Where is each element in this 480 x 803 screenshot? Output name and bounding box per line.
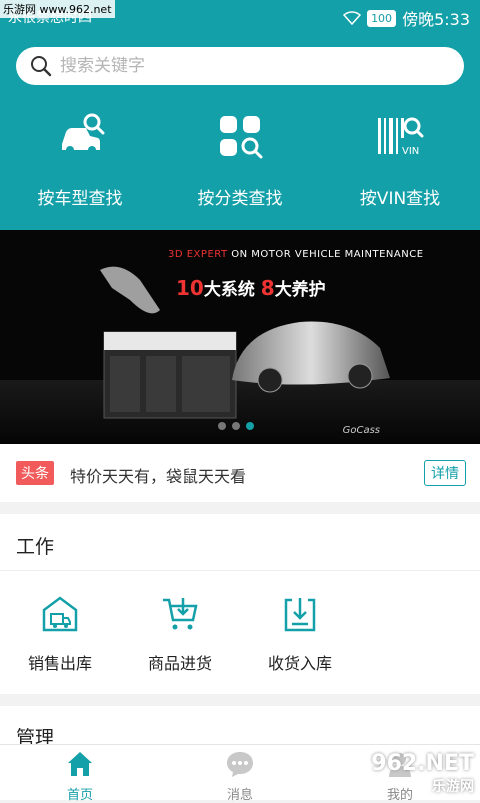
- find-by-car-button[interactable]: 按车型查找: [0, 110, 160, 210]
- status-right: 100 傍晚5:33: [343, 6, 470, 30]
- sales-outbound-label: 销售出库: [27, 654, 92, 673]
- find-by-category-button[interactable]: 按分类查找: [160, 110, 320, 210]
- headline-news-bar[interactable]: 头条 特价天天有，袋鼠天天看 详情: [0, 444, 480, 502]
- search-icon: [31, 56, 52, 77]
- home-icon: [68, 752, 92, 776]
- header-area: 永很禁想时四 100 傍晚5:33 按车型查找 按分类查找: [0, 0, 480, 230]
- wifi-icon: [343, 11, 362, 25]
- search-input[interactable]: [60, 56, 440, 76]
- chat-icon: [227, 752, 253, 777]
- banner-headline: 3D EXPERT ON MOTOR VEHICLE MAINTENANCE: [168, 249, 424, 260]
- news-text[interactable]: 特价天天有，袋鼠天天看: [70, 463, 246, 487]
- tab-home-label: 首页: [66, 788, 93, 803]
- banner-dot[interactable]: [218, 422, 226, 430]
- warehouse-truck-icon: [42, 596, 78, 632]
- banner-pagination: [218, 422, 254, 430]
- receive-inbound-label: 收货入库: [267, 654, 332, 673]
- find-by-category-label: 按分类查找: [197, 189, 283, 209]
- tab-home[interactable]: 首页: [30, 749, 130, 803]
- battery-indicator: 100: [367, 9, 397, 27]
- work-section: 工作 销售出库 商品进货 收货入库: [0, 514, 480, 694]
- news-detail-button[interactable]: 详情: [424, 460, 466, 486]
- find-by-vin-label: 按VIN查找: [359, 189, 441, 209]
- banner-artwork: [0, 266, 480, 444]
- cart-download-icon: [163, 598, 198, 630]
- find-by-car-label: 按车型查找: [37, 189, 123, 209]
- promo-banner[interactable]: 3D EXPERT ON MOTOR VEHICLE MAINTENANCE 1…: [0, 230, 480, 444]
- goods-purchase-label: 商品进货: [147, 654, 212, 673]
- vin-barcode-icon: VIN: [378, 117, 424, 157]
- watermark-right-top: 962.NET: [371, 751, 474, 776]
- inbox-download-icon: [284, 598, 316, 632]
- sales-outbound-button[interactable]: 销售出库: [10, 594, 110, 674]
- banner-dot-active[interactable]: [246, 422, 254, 430]
- work-title: 工作: [16, 536, 55, 558]
- divider: [0, 570, 480, 571]
- car-search-icon: [62, 113, 105, 154]
- svg-text:VIN: VIN: [402, 146, 419, 157]
- receive-inbound-button[interactable]: 收货入库: [250, 594, 350, 674]
- goods-purchase-button[interactable]: 商品进货: [130, 594, 230, 674]
- find-by-vin-button[interactable]: VIN 按VIN查找: [320, 110, 480, 210]
- tab-messages-label: 消息: [226, 788, 253, 803]
- news-tag: 头条: [16, 461, 54, 485]
- watermark-right: 962.NET 乐游网: [371, 751, 474, 796]
- watermark-left: 乐游网 www.962.net: [0, 0, 115, 18]
- banner-brand: GoCass: [342, 425, 380, 436]
- tab-messages[interactable]: 消息: [190, 749, 290, 803]
- status-time: 傍晚5:33: [402, 10, 470, 29]
- banner-main-text: 10大系统 8大养护: [176, 276, 326, 300]
- search-bar[interactable]: [16, 47, 464, 85]
- watermark-right-bottom: 乐游网: [432, 779, 474, 795]
- banner-dot[interactable]: [232, 422, 240, 430]
- category-search-icon: [220, 116, 263, 159]
